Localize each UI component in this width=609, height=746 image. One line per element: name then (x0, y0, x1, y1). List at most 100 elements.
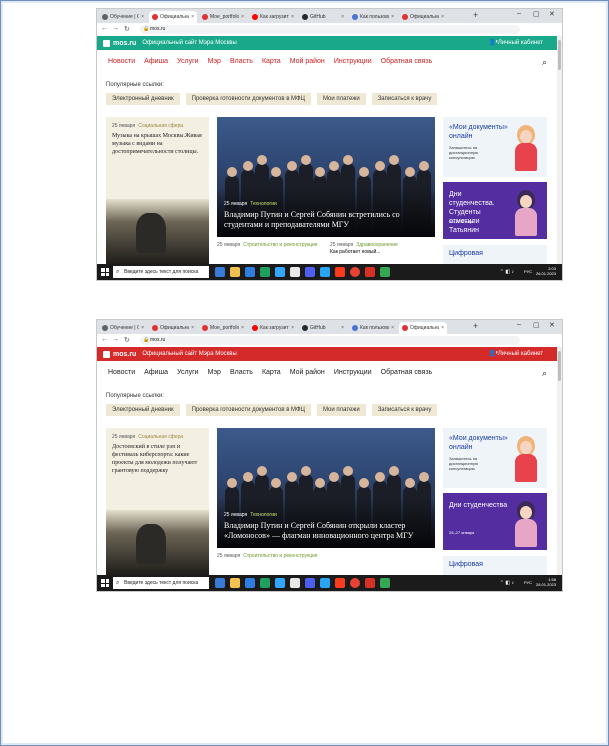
file-explorer-icon[interactable] (230, 578, 240, 588)
windows-start-icon[interactable] (101, 268, 109, 276)
subnews-2[interactable]: 25 января Здравоохранение Как работает но… (330, 242, 435, 256)
taskbar-search-field[interactable]: ⌕ Введите здесь текст для поиска (113, 577, 209, 589)
subnews-1[interactable]: 25 января Строительство и реконструкция (217, 553, 322, 560)
tab-close-icon[interactable]: × (391, 325, 394, 331)
site-logo[interactable]: mos.ru (113, 351, 136, 358)
promo-card-digital[interactable]: Цифровая (443, 245, 547, 265)
browser-tab[interactable]: GitHub × (299, 11, 347, 23)
pdf-icon[interactable] (365, 267, 375, 277)
back-icon[interactable]: ← (101, 25, 108, 32)
yandex-icon[interactable] (335, 267, 345, 277)
chat-icon[interactable] (305, 267, 315, 277)
nav-item[interactable]: Карта (262, 58, 281, 65)
browser-tab[interactable]: Как загрузить × (249, 11, 297, 23)
promo-card-students[interactable]: Дни студенчества. Студенты отметили Тать… (443, 182, 547, 239)
featured-news[interactable]: 25 января Технологии Владимир Путин и Сер… (217, 428, 435, 548)
nav-item[interactable]: Карта (262, 369, 281, 376)
yandex-icon[interactable] (335, 578, 345, 588)
new-tab-button[interactable]: + (473, 10, 478, 20)
browser-tab[interactable]: GitHub × (299, 322, 347, 334)
tab-close-icon[interactable]: × (141, 325, 144, 331)
mail-icon[interactable] (245, 267, 255, 277)
tab-close-icon[interactable]: × (441, 14, 444, 20)
browser-tab[interactable]: Официальный сайт× (149, 11, 197, 23)
subnews-category[interactable]: Строительство и реконструкция (243, 242, 317, 248)
task-view-icon[interactable] (215, 578, 225, 588)
tab-close-icon[interactable]: × (341, 14, 344, 20)
popular-link-chip[interactable]: Электронный дневник (106, 404, 180, 416)
subnews-2[interactable] (330, 553, 435, 560)
chrome-icon[interactable] (350, 267, 360, 277)
side-news-card[interactable]: 25 января Социальная сфера Музыка на крыш… (106, 117, 209, 264)
featured-news[interactable]: 25 января Технологии Владимир Путин и Сер… (217, 117, 435, 237)
popular-link-chip[interactable]: Записаться к врачу (371, 404, 438, 416)
mail-icon[interactable] (245, 578, 255, 588)
subnews-category[interactable]: Здравоохранение (356, 242, 398, 248)
tab-close-icon[interactable]: × (291, 325, 294, 331)
store-icon[interactable] (260, 578, 270, 588)
news-category[interactable]: Социальная сфера (138, 123, 183, 129)
tab-close-icon[interactable]: × (441, 325, 444, 331)
notepad-icon[interactable] (290, 578, 300, 588)
browser-tab[interactable]: Официальный× (399, 322, 447, 334)
input-language[interactable]: РУС (524, 580, 532, 585)
sheets-icon[interactable] (380, 267, 390, 277)
search-icon[interactable]: ⌕ (542, 57, 547, 68)
nav-item[interactable]: Мэр (208, 58, 221, 65)
page-scrollbar[interactable] (557, 347, 562, 575)
personal-cabinet-link[interactable]: 👤 Личный кабинет (489, 39, 543, 46)
nav-item[interactable]: Инструкции (334, 58, 372, 65)
browser-tab[interactable]: Как загрузить × (249, 322, 297, 334)
reload-icon[interactable]: ↻ (124, 336, 130, 344)
promo-card-documents[interactable]: «Мои документы» онлайн Запишитесь на дис… (443, 117, 547, 177)
maximize-icon[interactable]: ▢ (533, 10, 540, 18)
news-category[interactable]: Социальная сфера (138, 434, 183, 440)
browser-tab[interactable]: Мое_portfolio × (199, 11, 247, 23)
featured-headline[interactable]: Владимир Путин и Сергей Собянин открыли … (224, 521, 429, 541)
search-icon[interactable]: ⌕ (542, 368, 547, 379)
browser-tab[interactable]: Обучение | Олимп× (99, 11, 147, 23)
popular-link-chip[interactable]: Проверка готовности документов в МФЦ (185, 404, 311, 416)
url-field[interactable]: 🔒 mos.ru (140, 25, 520, 34)
forward-icon[interactable]: → (112, 336, 119, 343)
store-icon[interactable] (260, 267, 270, 277)
tab-close-icon[interactable]: × (341, 325, 344, 331)
side-news-card[interactable]: 25 января Социальная сфера Достоевский в … (106, 428, 209, 575)
browser-tab[interactable]: Обучение | Олимп× (99, 322, 147, 334)
browser-tab[interactable]: Официальный× (399, 11, 447, 23)
pdf-icon[interactable] (365, 578, 375, 588)
nav-item[interactable]: Обратная связь (381, 369, 433, 376)
browser-tab[interactable]: Как пользоваться× (349, 11, 397, 23)
task-view-icon[interactable] (215, 267, 225, 277)
system-clock[interactable]: 2:03 26.01.2023 (536, 266, 556, 276)
popular-link-chip[interactable]: Проверка готовности документов в МФЦ (185, 93, 311, 105)
browser-tab[interactable]: Как пользоваться× (349, 322, 397, 334)
nav-item[interactable]: Афиша (144, 369, 168, 376)
featured-category[interactable]: Технологии (250, 512, 277, 518)
file-explorer-icon[interactable] (230, 267, 240, 277)
nav-item[interactable]: Обратная связь (381, 58, 433, 65)
news-headline[interactable]: Музыка на крышах Москвы.Живая музыка с в… (112, 132, 204, 156)
back-icon[interactable]: ← (101, 336, 108, 343)
tab-close-icon[interactable]: × (191, 325, 194, 331)
url-field[interactable]: 🔒 mos.ru (140, 336, 520, 345)
sheets-icon[interactable] (380, 578, 390, 588)
tray-icons[interactable]: ⌃ ◧ ♪ (500, 580, 514, 586)
nav-item[interactable]: Услуги (177, 369, 199, 376)
input-language[interactable]: РУС (524, 269, 532, 274)
scrollbar-thumb[interactable] (558, 40, 561, 70)
news-headline[interactable]: Достоевский в стиле рэп и фестиваль кибе… (112, 443, 204, 475)
nav-item[interactable]: Новости (108, 58, 135, 65)
nav-item[interactable]: Инструкции (334, 369, 372, 376)
popular-link-chip[interactable]: Электронный дневник (106, 93, 180, 105)
vscode-icon[interactable] (320, 267, 330, 277)
subnews-1[interactable]: 25 января Строительство и реконструкция (217, 242, 322, 249)
nav-item[interactable]: Мэр (208, 369, 221, 376)
windows-start-icon[interactable] (101, 579, 109, 587)
featured-category[interactable]: Технологии (250, 201, 277, 207)
promo-card-students[interactable]: Дни студенчества 25–27 января (443, 493, 547, 550)
maximize-icon[interactable]: ▢ (533, 321, 540, 329)
promo-card-documents[interactable]: «Мои документы» онлайн Запишитесь на дис… (443, 428, 547, 488)
popular-link-chip[interactable]: Записаться к врачу (371, 93, 438, 105)
popular-link-chip[interactable]: Мои платежи (316, 404, 366, 416)
